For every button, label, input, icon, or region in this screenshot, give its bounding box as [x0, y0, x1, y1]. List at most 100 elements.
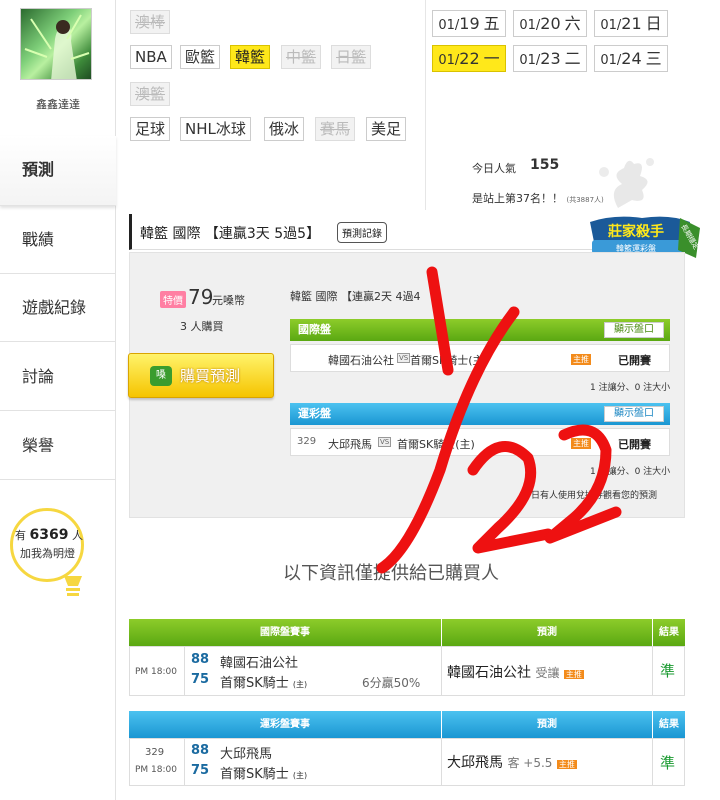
date-month: 01/: [438, 53, 460, 68]
divider: [184, 646, 185, 696]
date-weekday: 五: [483, 14, 500, 33]
buyers-only-note: 以下資訊僅提供給已購買人: [283, 563, 499, 584]
away-score: 75: [191, 672, 210, 687]
divider: [425, 0, 426, 210]
result-correct: 準: [660, 662, 676, 680]
coin-icon: 嗓: [150, 366, 172, 386]
date-button[interactable]: 01/19 五: [432, 10, 506, 37]
league-tag: 日籃: [331, 45, 372, 69]
sidebar-item-game-log[interactable]: 遊戲紀錄: [0, 274, 116, 342]
match-time: PM 18:00: [135, 667, 177, 677]
lottery-away-team: 首爾SK騎士(主): [397, 438, 475, 451]
match-time: PM 18:00: [135, 765, 177, 775]
prediction-title: 韓籃 國際 【連贏3天 5過5】: [140, 226, 321, 242]
league-tag[interactable]: 足球: [130, 117, 171, 141]
date-button[interactable]: 01/21 日: [594, 10, 668, 37]
league-tag[interactable]: 韓籃: [230, 45, 271, 69]
league-tag: 賽馬: [315, 117, 356, 141]
date-month: 01/: [600, 53, 622, 68]
away-team: 首爾SK騎士 (主): [220, 676, 308, 691]
home-score: 88: [191, 652, 210, 667]
result-correct: 準: [660, 754, 676, 772]
follower-count: 有 6369 人: [15, 527, 83, 543]
league-tag[interactable]: 俄冰: [264, 117, 305, 141]
league-tag: 中籃: [281, 45, 322, 69]
date-button[interactable]: 01/24 三: [594, 45, 668, 72]
date-month: 01/: [600, 18, 622, 33]
coupon-note: 今日有人使用兌換券觀看您的預測: [522, 491, 658, 501]
user-avatar[interactable]: [20, 8, 92, 80]
date-weekday: 六: [564, 14, 581, 33]
sidebar-item-label: 討論: [22, 367, 55, 386]
sidebar-item-label: 戰績: [22, 230, 55, 249]
sidebar-item-label: 預測: [22, 160, 55, 179]
pick-team: 韓國石油公社 受讓 主推: [447, 665, 584, 681]
sidebar-item-predict[interactable]: 預測: [0, 136, 116, 206]
away-team: 首爾SK騎士 (主): [220, 767, 308, 782]
popularity-label: 今日人氣: [472, 162, 516, 175]
date-month: 01/: [438, 18, 460, 33]
divider: [441, 646, 442, 696]
league-tag[interactable]: 美足: [366, 117, 407, 141]
home-team: 韓國石油公社: [220, 656, 299, 671]
intl-bet-note: 1 注讓分、0 注大小: [590, 383, 671, 393]
divider: [652, 738, 653, 786]
host-pick-badge: 主推: [571, 354, 591, 365]
date-weekday: 三: [645, 49, 662, 68]
date-month: 01/: [519, 18, 541, 33]
vs-icon: VS: [397, 353, 411, 363]
follow-me-label[interactable]: 加我為明燈: [20, 545, 75, 561]
league-tag[interactable]: 歐籃: [180, 45, 221, 69]
splash-decoration-icon: [599, 158, 654, 208]
league-tag[interactable]: NBA: [130, 45, 172, 69]
vs-icon: VS: [378, 437, 392, 447]
date-button[interactable]: 01/22 一: [432, 45, 506, 72]
prediction-record-button[interactable]: 預測記錄: [337, 222, 387, 243]
sidebar-item-label: 榮譽: [22, 436, 55, 455]
lottery-status: 已開賽: [618, 438, 651, 451]
pick-team: 大邱飛馬 客 +5.5 主推: [447, 755, 577, 771]
sidebar-item-record[interactable]: 戰績: [0, 206, 116, 274]
sidebar-item-discussion[interactable]: 討論: [0, 343, 116, 411]
home-score: 88: [191, 743, 210, 758]
badge-title: 莊家殺手: [608, 223, 664, 240]
show-odds-button[interactable]: 顯示盤口: [604, 322, 664, 338]
sidebar-item-honor[interactable]: 榮譽: [0, 412, 116, 480]
league-tag: 澳棒: [130, 10, 171, 34]
lottery-table-header-match: 運彩盤賽事: [129, 711, 441, 738]
date-day: 21: [621, 14, 642, 33]
price-unit: 元嗓幣: [212, 294, 245, 307]
show-odds-button[interactable]: 顯示盤口: [604, 406, 664, 422]
handicap: 6分贏50%: [362, 676, 421, 690]
date-month: 01/: [519, 53, 541, 68]
divider: [441, 738, 442, 786]
rank-text: 是站上第37名！！ (共3887人): [472, 192, 604, 205]
username: 鑫鑫達達: [36, 98, 80, 111]
intl-table-header-result: 結果: [653, 619, 685, 646]
buyer-count: 3 人購買: [180, 320, 224, 333]
date-day: 22: [459, 49, 480, 68]
divider: [652, 646, 653, 696]
lottery-result-row: [129, 738, 685, 786]
intl-table-header-match: 國際盤賽事: [129, 619, 441, 646]
league-tag[interactable]: NHL冰球: [180, 117, 251, 141]
host-pick-badge: 主推: [571, 438, 591, 449]
date-button[interactable]: 01/20 六: [513, 10, 587, 37]
lottery-match-no: 329: [297, 436, 317, 447]
date-weekday: 二: [564, 49, 581, 68]
buy-prediction-label: 購買預測: [180, 367, 241, 385]
special-price-tag: 特價: [160, 291, 186, 308]
date-day: 23: [540, 49, 561, 68]
match-no: 329: [145, 747, 165, 758]
intl-status: 已開賽: [618, 354, 651, 367]
popularity-value: 155: [530, 157, 560, 173]
lottery-bet-note: 1 注讓分、0 注大小: [590, 467, 671, 477]
price-value: 79: [188, 285, 214, 309]
sidebar-item-label: 遊戲紀錄: [22, 298, 87, 317]
lottery-home-team: 大邱飛馬: [328, 438, 372, 451]
league-tag: 澳籃: [130, 82, 171, 106]
lottery-table-header-result: 結果: [653, 711, 685, 738]
date-button[interactable]: 01/23 二: [513, 45, 587, 72]
date-day: 24: [621, 49, 642, 68]
home-team: 大邱飛馬: [220, 747, 273, 762]
